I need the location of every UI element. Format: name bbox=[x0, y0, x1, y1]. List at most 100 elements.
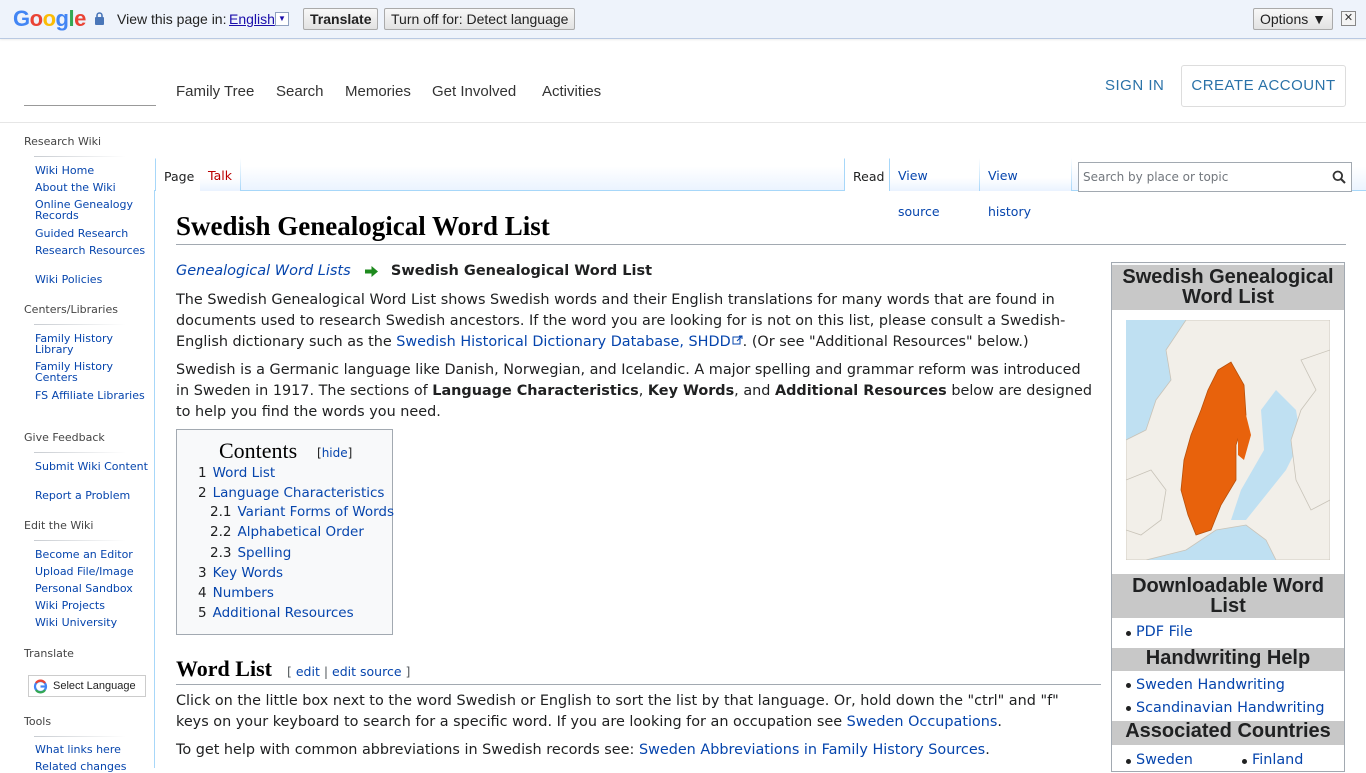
sidebar-item-research-resources[interactable]: Research Resources bbox=[35, 245, 150, 256]
toc-item[interactable]: 3 Key Words bbox=[198, 565, 283, 581]
sidebar-item-fs-affiliate[interactable]: FS Affiliate Libraries bbox=[35, 390, 150, 401]
divider bbox=[34, 452, 126, 453]
sidebar-item-personal-sandbox[interactable]: Personal Sandbox bbox=[35, 583, 150, 594]
options-button[interactable]: Options ▼ bbox=[1253, 8, 1333, 30]
infobox-handwriting-heading: Handwriting Help bbox=[1112, 648, 1344, 671]
toc-title: Contents bbox=[219, 438, 298, 463]
create-account-button[interactable]: CREATE ACCOUNT bbox=[1181, 65, 1346, 107]
finland-link[interactable]: Finland bbox=[1252, 752, 1303, 768]
sidebar-item-family-history-library[interactable]: Family History Library bbox=[35, 333, 150, 355]
nav-get-involved[interactable]: Get Involved bbox=[432, 83, 516, 100]
intro-paragraph: The Swedish Genealogical Word List shows… bbox=[176, 292, 1066, 350]
search-icon[interactable] bbox=[1332, 170, 1346, 184]
sweden-abbreviations-link[interactable]: Sweden Abbreviations in Family History S… bbox=[639, 742, 985, 758]
sweden-map-image[interactable] bbox=[1126, 320, 1330, 560]
sign-in-link[interactable]: SIGN IN bbox=[1105, 77, 1164, 94]
divider bbox=[176, 684, 1101, 685]
translate-bar: Google View this page in: English ▼ Tran… bbox=[0, 0, 1366, 39]
scandinavian-handwriting-link[interactable]: Scandinavian Handwriting bbox=[1136, 700, 1325, 716]
portal-heading-research-wiki: Research Wiki bbox=[24, 135, 102, 148]
tab-read[interactable]: Read bbox=[844, 158, 890, 191]
language-select[interactable]: English bbox=[229, 11, 275, 27]
bullet bbox=[1126, 683, 1131, 688]
nav-family-tree[interactable]: Family Tree bbox=[176, 83, 254, 100]
toc-hide-link[interactable]: hide bbox=[322, 446, 348, 460]
language-paragraph: Swedish is a Germanic language like Dani… bbox=[176, 362, 1093, 420]
select-language-widget[interactable]: Select Language bbox=[28, 675, 146, 697]
bullet bbox=[1126, 706, 1131, 711]
infobox-handwriting-body: Sweden Handwriting Scandinavian Handwrit… bbox=[1112, 671, 1344, 721]
sidebar-item-wiki-projects[interactable]: Wiki Projects bbox=[35, 600, 150, 611]
bullet bbox=[1126, 759, 1131, 764]
sidebar: Research Wiki Wiki Home About the Wiki O… bbox=[0, 124, 155, 772]
site-header: Family Tree Search Memories Get Involved… bbox=[0, 40, 1366, 123]
bullet bbox=[1126, 631, 1131, 636]
abbreviations-paragraph: To get help with common abbreviations in… bbox=[176, 742, 990, 758]
sidebar-item-wiki-policies[interactable]: Wiki Policies bbox=[35, 274, 150, 285]
toc-item[interactable]: 1 Word List bbox=[198, 465, 275, 481]
lock-icon bbox=[95, 12, 104, 25]
breadcrumb: Genealogical Word Lists Swedish Genealog… bbox=[176, 263, 652, 279]
translate-button[interactable]: Translate bbox=[303, 8, 379, 30]
select-language-label: Select Language bbox=[53, 680, 136, 692]
infobox-associated-body: Sweden Finland bbox=[1112, 745, 1344, 771]
sidebar-item-become-editor[interactable]: Become an Editor bbox=[35, 549, 150, 560]
infobox-title: Swedish Genealogical Word List bbox=[1112, 265, 1344, 310]
table-of-contents: Contents [hide] 1 Word List 2 Language Cha… bbox=[176, 429, 394, 635]
portal-heading-tools: Tools bbox=[24, 715, 52, 728]
nav-search[interactable]: Search bbox=[276, 83, 324, 100]
shdd-link[interactable]: Swedish Historical Dictionary Database, … bbox=[396, 334, 730, 350]
sidebar-item-submit-content[interactable]: Submit Wiki Content bbox=[35, 461, 150, 472]
infobox: Swedish Genealogical Word List Downloada… bbox=[1111, 262, 1345, 772]
divider bbox=[34, 540, 126, 541]
sweden-link[interactable]: Sweden bbox=[1136, 752, 1193, 768]
toc-item[interactable]: 5 Additional Resources bbox=[198, 605, 354, 621]
bullet bbox=[1242, 759, 1247, 764]
tab-talk[interactable]: Talk bbox=[200, 158, 241, 191]
sidebar-item-report-problem[interactable]: Report a Problem bbox=[35, 490, 150, 501]
tab-view-source[interactable]: View source bbox=[890, 158, 980, 219]
sidebar-item-guided-research[interactable]: Guided Research bbox=[35, 228, 150, 239]
toc-hide-toggle[interactable]: [hide] bbox=[317, 446, 352, 460]
edit-source-link[interactable]: edit source bbox=[332, 664, 401, 679]
nav-memories[interactable]: Memories bbox=[345, 83, 411, 100]
sidebar-item-upload-file[interactable]: Upload File/Image bbox=[35, 566, 150, 577]
search-input[interactable]: Search by place or topic bbox=[1078, 162, 1352, 192]
toc-item[interactable]: 2.2 Alphabetical Order bbox=[210, 524, 364, 540]
sidebar-item-family-history-centers[interactable]: Family History Centers bbox=[35, 361, 150, 383]
turn-off-button[interactable]: Turn off for: Detect language bbox=[384, 8, 576, 30]
page-title: Swedish Genealogical Word List bbox=[176, 211, 550, 241]
sweden-handwriting-link[interactable]: Sweden Handwriting bbox=[1136, 677, 1285, 693]
infobox-downloadable-heading: Downloadable Word List bbox=[1112, 574, 1344, 618]
google-logo: Google bbox=[13, 6, 86, 31]
portal-heading-edit: Edit the Wiki bbox=[24, 519, 94, 532]
dropdown-arrow-icon[interactable]: ▼ bbox=[275, 12, 289, 26]
divider bbox=[34, 156, 126, 157]
portal-heading-translate: Translate bbox=[24, 647, 74, 660]
pdf-file-link[interactable]: PDF File bbox=[1136, 624, 1193, 640]
toc-item[interactable]: 2 Language Characteristics bbox=[198, 485, 384, 501]
divider bbox=[34, 324, 126, 325]
search-placeholder: Search by place or topic bbox=[1083, 170, 1229, 184]
tab-view-history[interactable]: View history bbox=[980, 158, 1072, 219]
toc-item[interactable]: 4 Numbers bbox=[198, 585, 274, 601]
sidebar-item-about-wiki[interactable]: About the Wiki bbox=[35, 182, 150, 193]
sidebar-item-online-records[interactable]: Online Genealogy Records bbox=[35, 199, 150, 221]
sidebar-item-what-links-here[interactable]: What links here bbox=[35, 744, 150, 755]
close-icon[interactable]: ✕ bbox=[1341, 11, 1356, 26]
divider bbox=[34, 736, 126, 737]
sidebar-item-related-changes[interactable]: Related changes bbox=[35, 761, 150, 772]
edit-link[interactable]: edit bbox=[296, 664, 320, 679]
toc-item[interactable]: 2.3 Spelling bbox=[210, 545, 291, 561]
tab-page[interactable]: Page bbox=[155, 158, 201, 191]
portal-heading-centers: Centers/Libraries bbox=[24, 303, 118, 316]
toc-item[interactable]: 2.1 Variant Forms of Words bbox=[210, 504, 394, 520]
sidebar-item-wiki-university[interactable]: Wiki University bbox=[35, 617, 150, 628]
logo-placeholder[interactable] bbox=[24, 105, 156, 106]
sidebar-item-wiki-home[interactable]: Wiki Home bbox=[35, 165, 150, 176]
nav-activities[interactable]: Activities bbox=[542, 83, 601, 100]
word-list-paragraph: Click on the little box next to the word… bbox=[176, 693, 1059, 730]
arrow-right-icon bbox=[365, 265, 379, 277]
breadcrumb-link[interactable]: Genealogical Word Lists bbox=[176, 263, 351, 279]
sweden-occupations-link[interactable]: Sweden Occupations bbox=[847, 714, 998, 730]
